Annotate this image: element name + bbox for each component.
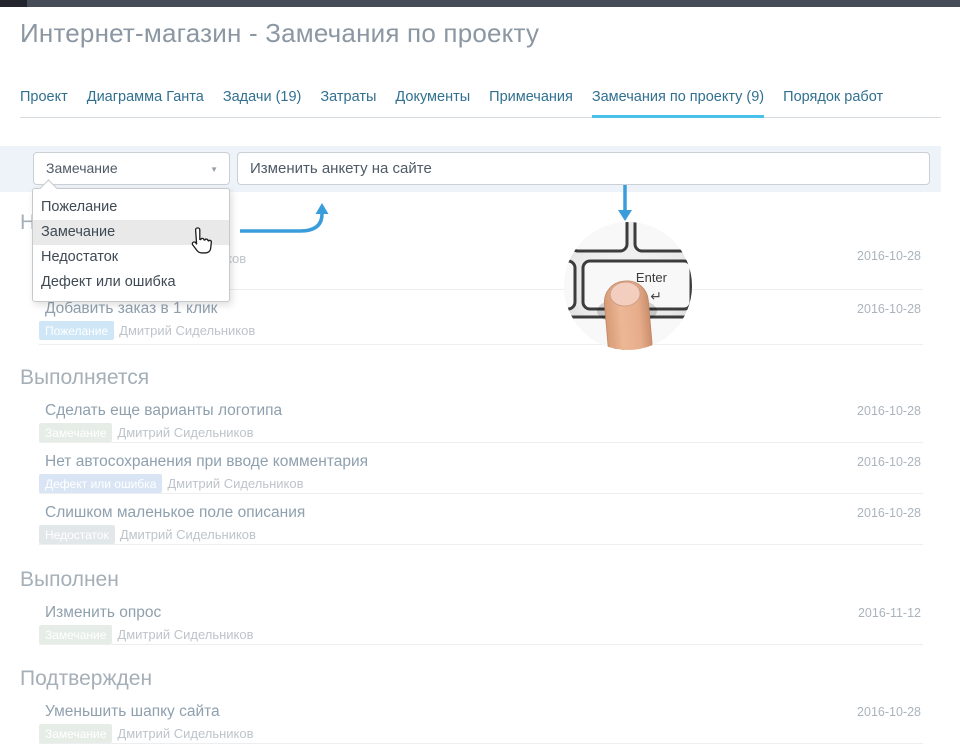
remark-type-badge: Замечание bbox=[39, 625, 112, 644]
remark-author: Дмитрий Сидельников bbox=[117, 726, 253, 741]
remark-date: 2016-10-28 bbox=[857, 506, 921, 520]
remark-author: Дмитрий Сидельников bbox=[167, 476, 303, 491]
new-remark-toolbar: Замечание ▼ bbox=[0, 146, 941, 192]
tab-6[interactable]: Замечания по проекту (9) bbox=[592, 78, 764, 118]
tab-7[interactable]: Порядок работ bbox=[783, 78, 883, 118]
tab-3[interactable]: Затраты bbox=[320, 78, 376, 118]
remark-date: 2016-10-28 bbox=[857, 404, 921, 418]
remark-title-input[interactable] bbox=[237, 152, 930, 185]
tab-1[interactable]: Диаграмма Ганта bbox=[87, 78, 204, 118]
remark-date: 2016-10-28 bbox=[857, 302, 921, 316]
remark-author: Дмитрий Сидельников bbox=[117, 627, 253, 642]
section-heading: Выполнен bbox=[20, 567, 941, 593]
remark-title: Сделать еще варианты логотипа bbox=[39, 402, 923, 419]
remark-type-badge: Дефект или ошибка bbox=[39, 474, 162, 493]
enter-key-label: Enter bbox=[636, 270, 668, 285]
section-heading: Подтвержден bbox=[20, 666, 941, 692]
remark-title: Изменить опрос bbox=[39, 604, 923, 621]
menu-option-3[interactable]: Дефект или ошибка bbox=[33, 270, 229, 295]
remark-type-select[interactable]: Замечание ▼ bbox=[33, 152, 230, 185]
remark-item[interactable]: Сделать еще варианты логотипа Замечание Дм… bbox=[39, 392, 923, 443]
return-arrow-icon: ↵ bbox=[650, 289, 662, 305]
top-bar-left-segment bbox=[0, 0, 27, 7]
page-title: Интернет-магазин - Замечания по проекту bbox=[20, 18, 539, 49]
remark-type-select-value: Замечание bbox=[34, 153, 229, 184]
remark-date: 2016-10-28 bbox=[857, 455, 921, 469]
tab-2[interactable]: Задачи (19) bbox=[223, 78, 302, 118]
tab-5[interactable]: Примечания bbox=[489, 78, 573, 118]
tab-4[interactable]: Документы bbox=[395, 78, 470, 118]
remark-title: Уменьшить шапку сайта bbox=[39, 703, 923, 720]
curved-arrow-icon bbox=[238, 202, 332, 241]
status-section-1: ВыполняетсяСделать еще варианты логотипа… bbox=[0, 365, 941, 391]
down-arrow-icon bbox=[612, 184, 638, 229]
remark-author: Дмитрий Сидельников bbox=[120, 527, 256, 542]
remark-date: 2016-11-12 bbox=[858, 606, 921, 620]
remark-title: Добавить заказ в 1 клик bbox=[39, 300, 923, 317]
remark-item[interactable]: Нет автосохранения при вводе комментария… bbox=[39, 443, 923, 494]
menu-option-0[interactable]: Пожелание bbox=[33, 195, 229, 220]
remark-title: Слишком маленькое поле описания bbox=[39, 504, 923, 521]
remark-author: Дмитрий Сидельников bbox=[119, 323, 255, 338]
remark-item[interactable]: Изменить опрос Замечание Дмитрий Сидельник… bbox=[39, 594, 923, 645]
remark-item[interactable]: Уменьшить шапку сайта Замечание Дмитрий Си… bbox=[39, 693, 923, 744]
remark-type-badge: Недостаток bbox=[39, 525, 115, 544]
chevron-down-icon: ▼ bbox=[210, 165, 218, 174]
remark-date: 2016-10-28 bbox=[857, 249, 921, 263]
remark-type-badge: Замечание bbox=[39, 423, 112, 442]
tab-0[interactable]: Проект bbox=[20, 78, 68, 118]
top-bar bbox=[0, 0, 960, 7]
hand-cursor-icon bbox=[186, 227, 212, 264]
status-section-3: ПодтвержденУменьшить шапку сайтаЗамечани… bbox=[0, 666, 941, 692]
section-heading: Выполняется bbox=[20, 365, 941, 391]
enter-key-illustration: Enter ↵ bbox=[563, 221, 693, 351]
remark-item[interactable]: Слишком маленькое поле описания Недостато… bbox=[39, 494, 923, 545]
tab-bar: Проект Диаграмма Ганта Задачи (19) Затраты Д… bbox=[20, 78, 941, 118]
remark-date: 2016-10-28 bbox=[857, 705, 921, 719]
status-section-2: ВыполненИзменить опросЗамечаниеДмитрий С… bbox=[0, 567, 941, 593]
remark-type-badge: Замечание bbox=[39, 724, 112, 743]
remark-title: Нет автосохранения при вводе комментария bbox=[39, 453, 923, 470]
remark-type-badge: Пожелание bbox=[39, 321, 114, 340]
remark-author: Дмитрий Сидельников bbox=[117, 425, 253, 440]
